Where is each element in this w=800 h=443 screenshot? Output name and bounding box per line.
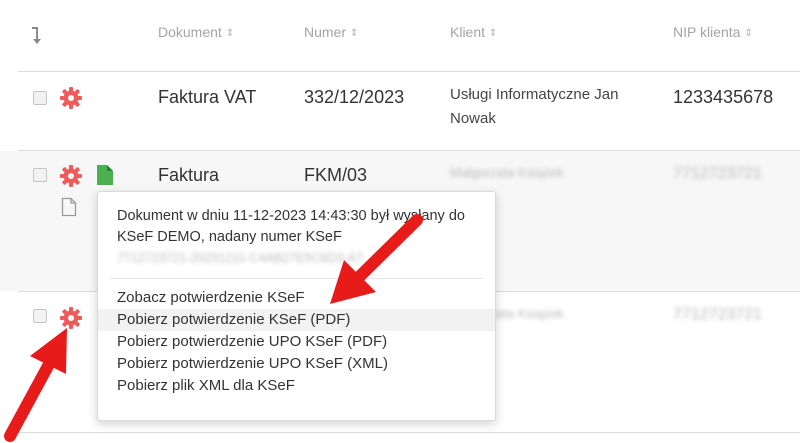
document-outline-icon[interactable]	[61, 197, 77, 217]
menu-divider	[110, 278, 483, 279]
ksef-status-info: Dokument w dniu 11-12-2023 14:43:30 był …	[117, 206, 487, 269]
document-number: FKM/03	[304, 165, 368, 185]
column-header-client[interactable]: Klient ⇕	[450, 24, 497, 40]
column-header-number[interactable]: Numer ⇕	[304, 24, 358, 40]
client-name: Usługi Informatyczne Jan Nowak	[450, 86, 619, 127]
invoice-list-page: Dokument ⇕ Numer ⇕ Klient ⇕ NIP klienta ⇕	[0, 0, 800, 443]
menu-item-download-upo-xml[interactable]: Pobierz potwierdzenie UPO KSeF (XML)	[98, 353, 495, 375]
menu-item-view-ksef-confirmation[interactable]: Zobacz potwierdzenie KSeF	[98, 287, 495, 309]
client-nip: 7712723721	[673, 306, 762, 323]
gear-icon[interactable]	[59, 86, 83, 110]
sort-icon: ⇕	[489, 28, 498, 39]
divider	[18, 432, 800, 433]
row-checkbox[interactable]	[33, 168, 47, 182]
client-nip: 7712723721	[673, 165, 762, 182]
sort-icon: ⇕	[225, 28, 235, 39]
menu-item-download-ksef-xml[interactable]: Pobierz plik XML dla KSeF	[98, 375, 495, 397]
menu-items: Zobacz potwierdzenie KSeF Pobierz potwie…	[98, 287, 495, 397]
document-type: Faktura	[158, 165, 220, 185]
client-name: Małgorzata Książek	[450, 165, 564, 180]
document-number: 332/12/2023	[304, 87, 405, 107]
sort-arrow-icon[interactable]	[30, 24, 44, 46]
table-row: Faktura VAT 332/12/2023 Usługi Informaty…	[0, 72, 800, 150]
red-arrow-icon	[4, 328, 67, 442]
menu-item-download-ksef-confirmation-pdf[interactable]: Pobierz potwierdzenie KSeF (PDF)	[98, 309, 495, 331]
row-checkbox[interactable]	[33, 91, 47, 105]
menu-item-download-upo-pdf[interactable]: Pobierz potwierdzenie UPO KSeF (PDF)	[98, 331, 495, 353]
document-green-icon[interactable]	[96, 164, 114, 186]
sort-icon: ⇕	[350, 28, 359, 39]
client-nip: 1233435678	[673, 87, 774, 107]
ksef-number: 7712723721-20231211-C4AB27E5C6D3-A7	[117, 251, 363, 265]
document-type: Faktura VAT	[158, 87, 257, 107]
document-actions-menu: Dokument w dniu 11-12-2023 14:43:30 był …	[97, 191, 496, 421]
gear-icon[interactable]	[59, 164, 83, 188]
table-header: Dokument ⇕ Numer ⇕ Klient ⇕ NIP klienta ⇕	[0, 0, 800, 72]
column-header-document[interactable]: Dokument ⇕	[158, 24, 234, 40]
red-arrow-icon	[330, 214, 423, 304]
column-header-nip[interactable]: NIP klienta ⇕	[673, 24, 753, 40]
sort-icon: ⇕	[744, 28, 753, 39]
